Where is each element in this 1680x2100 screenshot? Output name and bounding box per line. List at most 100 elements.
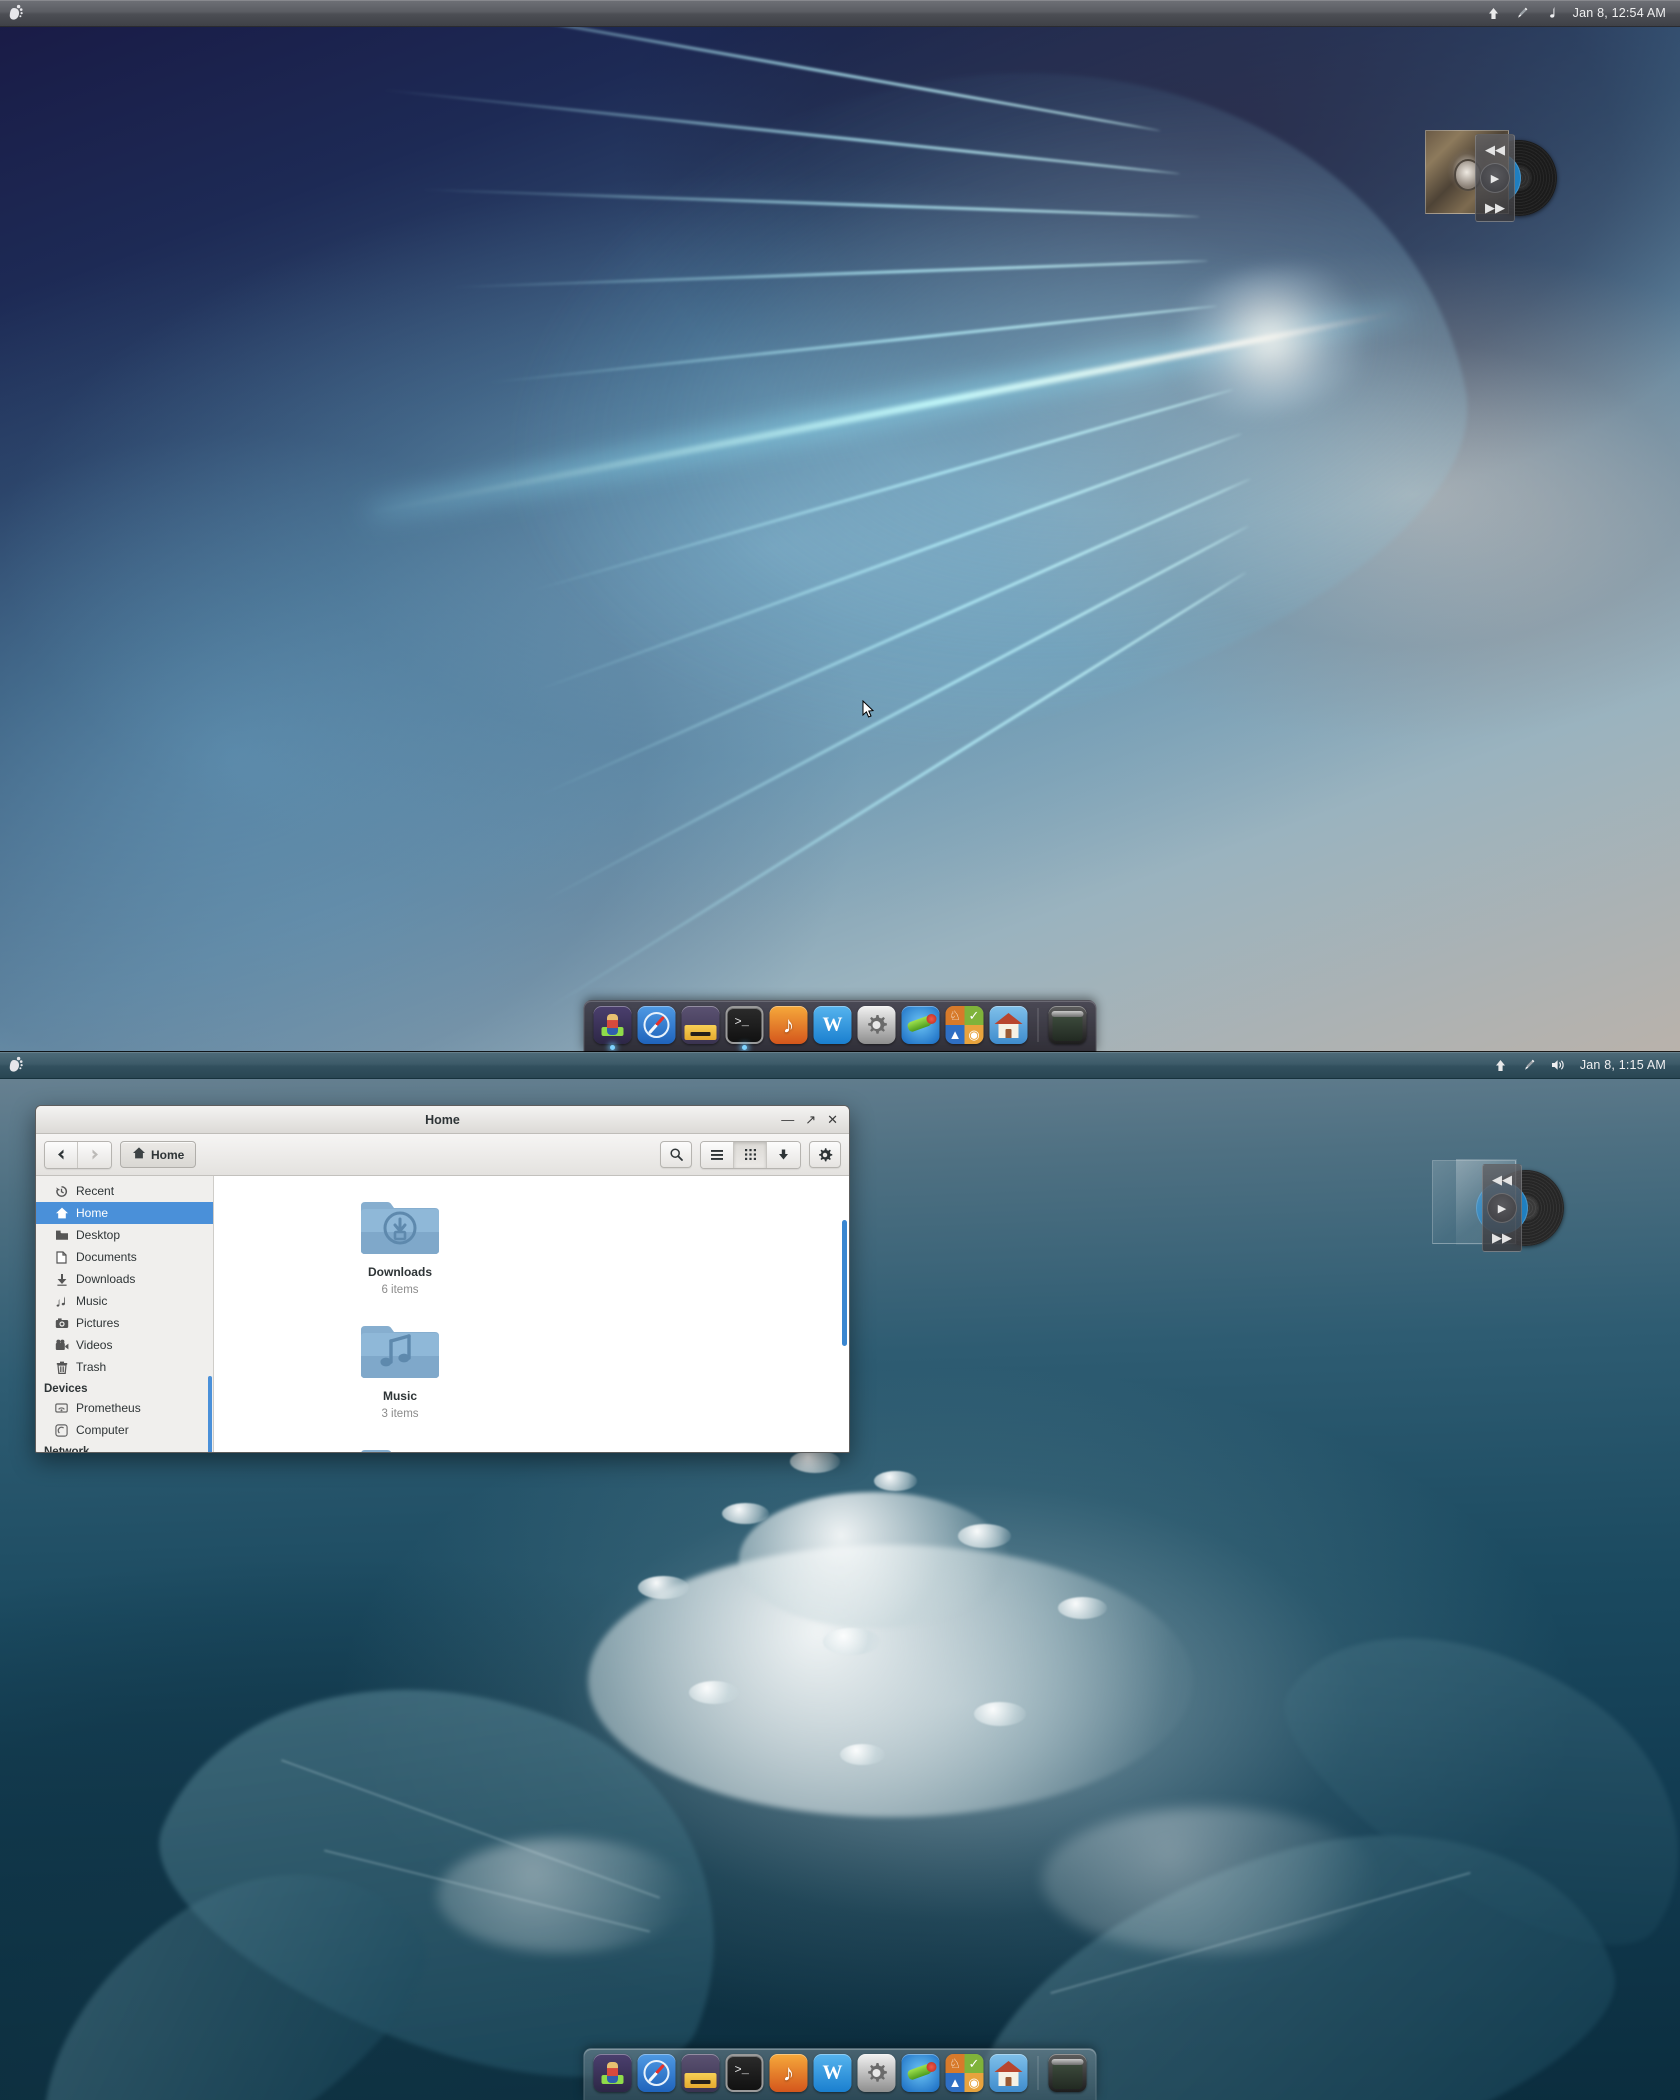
file-item[interactable]: Pictures 21 items (250, 1440, 550, 1452)
sidebar-item-prometheus[interactable]: Prometheus (36, 1397, 213, 1419)
computer-icon (54, 1423, 69, 1438)
sidebar-item-recent[interactable]: Recent (36, 1180, 213, 1202)
grid-view-button[interactable] (734, 1141, 767, 1168)
gear-button[interactable] (809, 1141, 841, 1168)
dock-item-ray-gun-game[interactable] (901, 2054, 940, 2092)
play-button[interactable]: ▶ (1480, 163, 1510, 193)
media-player-widget[interactable]: ◀◀ ▶ ▶▶ (1432, 1159, 1582, 1260)
close-button[interactable]: ✕ (827, 1113, 838, 1126)
sidebar-item-videos[interactable]: Videos (36, 1334, 213, 1356)
dock-item-home-folder[interactable] (989, 1006, 1028, 1044)
sidebar-item-label: Documents (76, 1250, 137, 1264)
dock-item-games-launcher[interactable] (593, 2054, 632, 2092)
mouse-cursor (862, 699, 875, 719)
dock-item-terminal[interactable]: >_ (725, 2054, 764, 2092)
top-panel: Jan 8, 12:54 AM (0, 0, 1680, 27)
file-manager-icon (681, 2054, 720, 2092)
search-button[interactable] (660, 1141, 692, 1168)
music-player-icon: ♪ (769, 1006, 808, 1044)
wallpaper-bud (974, 1701, 1027, 1726)
brush-icon[interactable] (1522, 1058, 1537, 1073)
brush-icon[interactable] (1515, 6, 1530, 21)
system-tray: Jan 8, 12:54 AM (1486, 6, 1680, 21)
sidebar-item-label: Recent (76, 1184, 115, 1198)
application-dock: >_ ♪ W ♘ ✓ ▲ ◉ (583, 1000, 1097, 1052)
gnome-foot-icon[interactable] (0, 1052, 30, 1079)
file-grid: Downloads 6 items Music 3 items (214, 1176, 849, 1452)
volume-icon[interactable] (1551, 1058, 1566, 1073)
dock-item-terminal[interactable]: >_ (725, 1006, 764, 1050)
dock-item-file-manager[interactable] (681, 2054, 720, 2092)
window-buttons: — ↗ ✕ (781, 1113, 849, 1126)
dock-item-music-player[interactable]: ♪ (769, 2054, 808, 2092)
dock-item-home-folder[interactable] (989, 2054, 1028, 2092)
file-count: 3 items (381, 1408, 419, 1420)
sidebar-item-music[interactable]: Music (36, 1290, 213, 1312)
home-folder-icon (989, 2054, 1028, 2092)
breadcrumb-home[interactable]: Home (120, 1141, 197, 1168)
next-track-button[interactable]: ▶▶ (1490, 1227, 1514, 1247)
sidebar-item-trash[interactable]: Trash (36, 1356, 213, 1378)
sidebar-scrollbar[interactable] (208, 1376, 212, 1452)
sidebar-item-documents[interactable]: Documents (36, 1246, 213, 1268)
file-name: Music (382, 1389, 417, 1403)
music-note-icon[interactable] (1544, 6, 1559, 21)
wallpaper-bud (873, 1471, 918, 1492)
play-icon: ▶ (1497, 1202, 1507, 1215)
sidebar-item-desktop[interactable]: Desktop (36, 1224, 213, 1246)
dock-item-system-settings[interactable] (857, 1006, 896, 1044)
places-sidebar[interactable]: Recent Home Desktop Documents Downloads … (36, 1176, 214, 1452)
gnome-foot-icon[interactable] (0, 0, 30, 27)
window-titlebar[interactable]: Home — ↗ ✕ (36, 1106, 849, 1134)
maximize-button[interactable]: ↗ (805, 1113, 816, 1126)
dock-item-games-launcher[interactable] (593, 1006, 632, 1050)
minimize-button[interactable]: — (781, 1113, 794, 1126)
list-view-button[interactable] (701, 1141, 734, 1168)
file-grid-area[interactable]: Downloads 6 items Music 3 items (214, 1176, 849, 1452)
sidebar-item-pictures[interactable]: Pictures (36, 1312, 213, 1334)
updates-arrow-icon[interactable] (1486, 6, 1501, 21)
leaf-graphic (267, 0, 1514, 1010)
dock-item-web-browser[interactable] (637, 2054, 676, 2092)
media-controls: ◀◀ ▶ ▶▶ (1475, 134, 1515, 222)
web-browser-icon (637, 2054, 676, 2092)
back-button[interactable] (45, 1141, 78, 1168)
next-track-button[interactable]: ▶▶ (1483, 197, 1507, 217)
file-manager-window[interactable]: Home — ↗ ✕ Home Recent Home Desktop Docu… (35, 1105, 850, 1453)
dock-item-trash[interactable] (1048, 1006, 1087, 1044)
dock-item-word-processor[interactable]: W (813, 2054, 852, 2092)
previous-track-button[interactable]: ◀◀ (1490, 1169, 1514, 1189)
dock-item-file-manager[interactable] (681, 1006, 720, 1044)
file-item[interactable]: Music 3 items (250, 1316, 550, 1420)
running-indicator (742, 1045, 747, 1050)
dock-item-word-processor[interactable]: W (813, 1006, 852, 1044)
content-scrollbar[interactable] (842, 1220, 847, 1346)
sidebar-item-home[interactable]: Home (36, 1202, 213, 1224)
panel-clock[interactable]: Jan 8, 12:54 AM (1573, 6, 1666, 20)
file-manager-icon (681, 1006, 720, 1044)
play-button[interactable]: ▶ (1487, 1193, 1517, 1223)
wallpaper-bud (823, 1628, 881, 1655)
forward-button[interactable] (78, 1141, 111, 1168)
sidebar-item-downloads[interactable]: Downloads (36, 1268, 213, 1290)
dock-item-app-grid[interactable]: ♘ ✓ ▲ ◉ (945, 1006, 984, 1044)
dock-item-ray-gun-game[interactable] (901, 1006, 940, 1044)
sidebar-item-label: Desktop (76, 1228, 121, 1242)
updates-arrow-icon[interactable] (1493, 1058, 1508, 1073)
home-folder-icon (989, 1006, 1028, 1044)
panel-clock[interactable]: Jan 8, 1:15 AM (1580, 1058, 1666, 1072)
sidebar-item-computer[interactable]: Computer (36, 1419, 213, 1441)
desktop-icon (54, 1228, 69, 1243)
dock-item-system-settings[interactable] (857, 2054, 896, 2092)
sidebar-item-label: Music (76, 1294, 108, 1308)
sort-button[interactable] (767, 1141, 800, 1168)
dock-item-music-player[interactable]: ♪ (769, 1006, 808, 1044)
document-icon (54, 1250, 69, 1265)
trash-icon (54, 1360, 69, 1375)
dock-item-app-grid[interactable]: ♘ ✓ ▲ ◉ (945, 2054, 984, 2092)
dock-item-web-browser[interactable] (637, 1006, 676, 1044)
file-item[interactable]: Downloads 6 items (250, 1192, 550, 1296)
dock-item-trash[interactable] (1048, 2054, 1087, 2092)
media-player-widget[interactable]: ◀◀ ▶ ▶▶ (1425, 130, 1575, 230)
previous-track-button[interactable]: ◀◀ (1483, 139, 1507, 159)
